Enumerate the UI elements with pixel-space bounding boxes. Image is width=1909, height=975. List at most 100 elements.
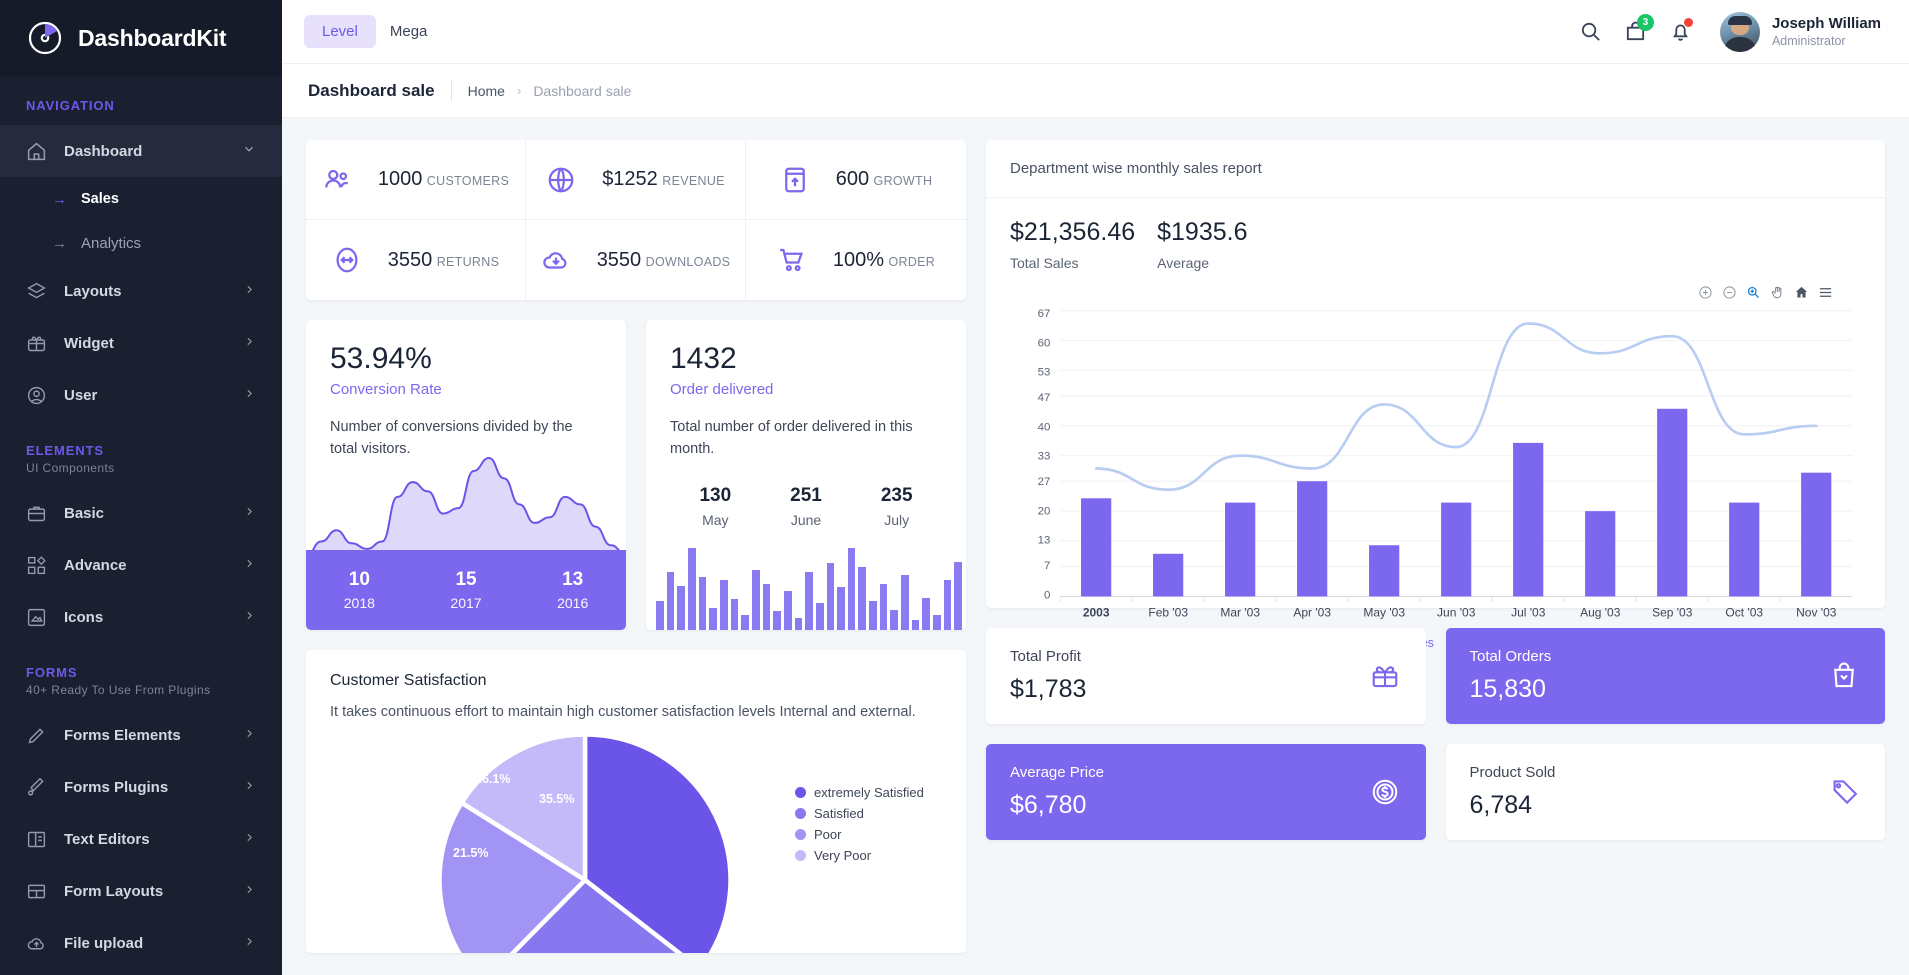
stat-label: GROWTH bbox=[874, 174, 933, 188]
sidebar-item-label: Forms Plugins bbox=[64, 779, 226, 796]
sidebar: DashboardKit NAVIGATION Dashboard → Sale… bbox=[0, 0, 282, 975]
brand-header[interactable]: DashboardKit bbox=[0, 0, 282, 76]
sidebar-item-widget[interactable]: Widget bbox=[0, 317, 282, 369]
globe-icon bbox=[546, 165, 576, 195]
sidebar-item-forms-plugins[interactable]: Forms Plugins bbox=[0, 761, 282, 813]
tab-level[interactable]: Level bbox=[304, 15, 376, 48]
month-label: July bbox=[851, 512, 942, 528]
order-bar bbox=[816, 603, 824, 630]
selection-zoom-icon[interactable] bbox=[1746, 285, 1761, 300]
legend-item[interactable]: Poor bbox=[795, 824, 924, 845]
order-bar-chart bbox=[656, 548, 962, 630]
sidebar-item-text-editors[interactable]: Text Editors bbox=[0, 813, 282, 865]
order-bar bbox=[837, 587, 845, 630]
legend-item[interactable]: Satisfied bbox=[795, 803, 924, 824]
left-column: 1000 CUSTOMERS $1252 REVENUE bbox=[306, 140, 966, 953]
stat-value: 3550 bbox=[597, 249, 642, 271]
order-bar bbox=[922, 598, 930, 630]
order-label: Order delivered bbox=[670, 381, 942, 398]
legend-item[interactable]: Very Poor bbox=[795, 845, 924, 866]
month-number: 251 bbox=[761, 485, 852, 507]
order-bar bbox=[667, 572, 675, 630]
sidebar-item-label: Form Layouts bbox=[64, 883, 226, 900]
sidebar-item-dashboard[interactable]: Dashboard bbox=[0, 125, 282, 177]
breadcrumb: Dashboard sale Home › Dashboard sale bbox=[282, 64, 1909, 118]
pan-icon[interactable] bbox=[1770, 285, 1785, 300]
order-bar bbox=[741, 615, 749, 630]
kpi-value: $6,780 bbox=[1010, 791, 1402, 820]
stats-card: 1000 CUSTOMERS $1252 REVENUE bbox=[306, 140, 966, 300]
x-axis-tick-label: Mar '03 bbox=[1220, 605, 1260, 619]
right-column: Department wise monthly sales report $21… bbox=[986, 140, 1885, 953]
user-name: Joseph William bbox=[1772, 15, 1881, 34]
order-bar bbox=[912, 620, 920, 630]
footer-year: 2017 bbox=[413, 595, 520, 611]
order-bar bbox=[784, 591, 792, 630]
sidebar-item-icons[interactable]: Icons bbox=[0, 591, 282, 643]
sidebar-item-basic[interactable]: Basic bbox=[0, 487, 282, 539]
month-number: 235 bbox=[851, 485, 942, 507]
chevron-right-icon bbox=[243, 283, 256, 300]
chevron-right-icon bbox=[243, 609, 256, 626]
legend-label: Satisfied bbox=[814, 806, 864, 821]
pie-slice-label: 21.5% bbox=[453, 846, 488, 860]
sidebar-item-sales[interactable]: → Sales bbox=[0, 177, 282, 221]
user-menu[interactable]: Joseph William Administrator bbox=[1720, 12, 1881, 52]
y-axis-tick-label: 67 bbox=[1038, 308, 1051, 320]
sidebar-item-label: File upload bbox=[64, 935, 226, 952]
y-axis-tick-label: 20 bbox=[1038, 505, 1051, 517]
widget-icon bbox=[26, 333, 47, 354]
pie-slice-label: 35.5% bbox=[539, 792, 574, 806]
stat-customers: 1000 CUSTOMERS bbox=[306, 140, 526, 220]
average-label: Average bbox=[1157, 255, 1247, 271]
zoom-out-icon[interactable] bbox=[1722, 285, 1737, 300]
sidebar-caption-elements-sub: UI Components bbox=[26, 461, 282, 475]
tag-icon bbox=[1829, 777, 1859, 807]
menu-icon[interactable] bbox=[1818, 285, 1833, 300]
sidebar-item-analytics[interactable]: → Analytics bbox=[0, 221, 282, 265]
conversion-value: 53.94% bbox=[330, 342, 602, 375]
order-bar bbox=[709, 608, 717, 630]
sidebar-item-forms-elements[interactable]: Forms Elements bbox=[0, 709, 282, 761]
sidebar-item-form-layouts[interactable]: Form Layouts bbox=[0, 865, 282, 917]
x-axis-tick-label: May '03 bbox=[1363, 605, 1405, 619]
sidebar-item-label: Advance bbox=[64, 557, 226, 574]
duo-cards-row: 53.94% Conversion Rate Number of convers… bbox=[306, 320, 966, 630]
sidebar-caption-forms-sub: 40+ Ready To Use From Plugins bbox=[26, 683, 282, 697]
reset-home-icon[interactable] bbox=[1794, 285, 1809, 300]
stat-value: 3550 bbox=[388, 249, 433, 271]
gift-icon bbox=[1370, 661, 1400, 691]
month-label: May bbox=[670, 512, 761, 528]
y-axis-tick-label: 0 bbox=[1044, 589, 1050, 601]
legend-item[interactable]: extremely Satisfied bbox=[795, 782, 924, 803]
search-icon[interactable] bbox=[1579, 20, 1602, 43]
sidebar-item-label: Layouts bbox=[64, 283, 226, 300]
sidebar-item-file-upload[interactable]: File upload bbox=[0, 917, 282, 969]
sidebar-item-user[interactable]: User bbox=[0, 369, 282, 421]
stat-value: $1252 bbox=[602, 168, 658, 190]
average-block: $1935.6 Average bbox=[1157, 218, 1247, 271]
chevron-right-icon bbox=[243, 779, 256, 796]
stat-value: 1000 bbox=[378, 168, 423, 190]
tab-mega[interactable]: Mega bbox=[376, 15, 442, 48]
zoom-in-icon[interactable] bbox=[1698, 285, 1713, 300]
y-axis-tick-label: 27 bbox=[1038, 476, 1051, 488]
dashboard-content: 1000 CUSTOMERS $1252 REVENUE bbox=[282, 118, 1909, 975]
x-axis-tick-label: 2003 bbox=[1083, 605, 1110, 619]
footer-number: 15 bbox=[413, 569, 520, 591]
pie-slice-label: 16.1% bbox=[475, 772, 510, 786]
chevron-right-icon bbox=[243, 505, 256, 522]
kpi-grid: Total Profit $1,783 Total Orders 15,830 … bbox=[986, 628, 1885, 838]
bell-icon[interactable] bbox=[1669, 20, 1692, 43]
total-sales-block: $21,356.46 Total Sales bbox=[1010, 218, 1135, 271]
kpi-average-price: Average Price $6,780 bbox=[986, 744, 1426, 840]
sidebar-item-layouts[interactable]: Layouts bbox=[0, 265, 282, 317]
shopping-bag-icon[interactable]: 3 bbox=[1624, 20, 1647, 43]
y-axis-tick-label: 7 bbox=[1044, 560, 1050, 572]
sidebar-item-advance[interactable]: Advance bbox=[0, 539, 282, 591]
order-month-item: 251 June bbox=[761, 485, 852, 528]
sidebar-item-form-validation[interactable]: Form Validation bbox=[0, 969, 282, 975]
legend-dot-icon bbox=[795, 829, 806, 840]
breadcrumb-home-link[interactable]: Home bbox=[468, 83, 505, 99]
order-bar bbox=[827, 563, 835, 630]
